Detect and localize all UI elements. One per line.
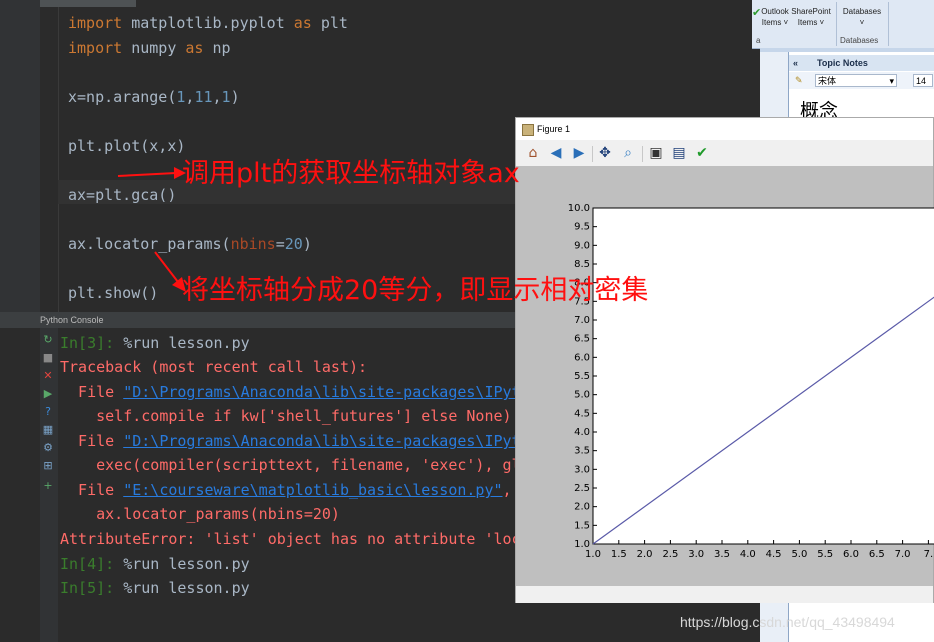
arrow-2-line [154,251,179,283]
watermark: https://blog.csdn.net/qq_43498494 [680,614,895,630]
annotation-arrows [117,167,186,292]
annotation-locator: 将坐标轴分成20等分，即显示相对密集 [182,275,649,306]
arrow-1-line [117,172,177,177]
annotation-gca: 调用plt的获取坐标轴对象ax [182,158,520,189]
